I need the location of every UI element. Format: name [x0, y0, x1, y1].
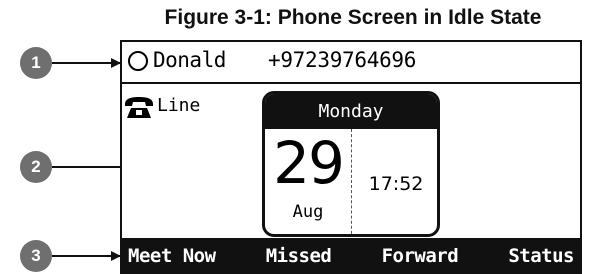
- softkey-bar: Meet Now Missed Forward Status: [122, 238, 580, 274]
- calendar-date: 29: [273, 129, 345, 197]
- softkey-status[interactable]: Status: [508, 245, 574, 267]
- phone-screen: Donald +97239764696 Line Monday 29 Aug 1…: [120, 40, 582, 274]
- softkey-forward[interactable]: Forward: [382, 245, 459, 267]
- presence-circle-icon: [128, 51, 148, 71]
- softkey-missed[interactable]: Missed: [266, 245, 332, 267]
- calendar-time: 17:52: [368, 173, 424, 195]
- user-number: +97239764696: [268, 48, 417, 72]
- line-label[interactable]: Line: [157, 95, 200, 116]
- calendar-widget: Monday 29 Aug 17:52: [262, 91, 440, 237]
- softkey-meet-now[interactable]: Meet Now: [128, 245, 216, 267]
- calendar-day: Monday: [265, 94, 437, 129]
- status-line: Donald +97239764696: [122, 42, 580, 84]
- calendar-month: Aug: [292, 202, 324, 222]
- phone-icon: [125, 97, 153, 118]
- calendar-divider: [351, 129, 352, 234]
- user-name: Donald: [153, 48, 226, 72]
